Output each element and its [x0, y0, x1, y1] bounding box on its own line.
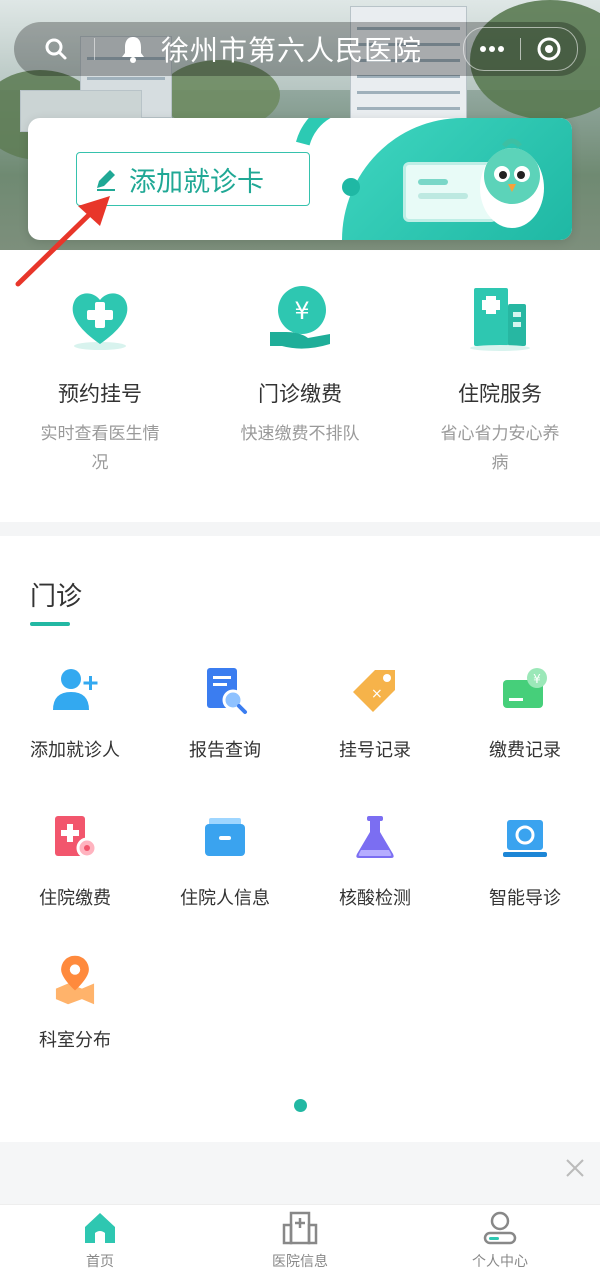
grid-item-department-map[interactable]: 科室分布	[0, 954, 150, 1052]
tab-profile[interactable]: 个人中心	[400, 1205, 600, 1282]
section-title: 门诊	[30, 582, 83, 612]
svg-text:¥: ¥	[533, 672, 541, 686]
svg-text:¥: ¥	[294, 297, 309, 325]
flask-icon	[356, 816, 394, 858]
inpatient-payment-icon	[55, 816, 98, 859]
hospital-icon	[282, 1211, 318, 1245]
hospital-building-icon	[470, 288, 530, 351]
service-name: 住院服务	[458, 382, 542, 406]
yen-coin-hand-icon: ¥	[270, 286, 330, 349]
service-desc: 实时查看医生情况	[40, 424, 160, 473]
svg-text:×: ×	[371, 686, 383, 702]
grid-item-label: 报告查询	[189, 740, 261, 761]
more-dots-icon[interactable]	[464, 29, 520, 69]
card-decoration	[342, 178, 360, 196]
grid-item-smart-guide[interactable]: 智能导诊	[450, 812, 600, 910]
pen-icon	[93, 166, 119, 192]
target-circle-icon[interactable]	[521, 29, 577, 69]
user-icon	[483, 1211, 517, 1245]
section-underline	[30, 622, 70, 626]
grid-item-inpatient-info[interactable]: 住院人信息	[150, 812, 300, 910]
service-inpatient[interactable]: 住院服务 省心省力安心养病	[400, 280, 600, 500]
grid-item-label: 添加就诊人	[30, 740, 120, 761]
capsule-menu	[463, 27, 578, 71]
grid-item-label: 核酸检测	[339, 888, 411, 909]
service-name: 门诊缴费	[258, 382, 342, 406]
grid-item-label: 住院缴费	[39, 888, 111, 909]
tab-label: 首页	[86, 1254, 114, 1270]
section-divider	[0, 522, 600, 536]
service-appointment[interactable]: 预约挂号 实时查看医生情况	[0, 280, 200, 500]
notice-strip	[0, 1142, 600, 1204]
pager-dot	[294, 1099, 307, 1112]
map-pin-icon	[55, 955, 95, 1005]
add-card-label: 添加就诊卡	[129, 166, 264, 198]
close-icon[interactable]	[564, 1157, 586, 1179]
add-person-icon	[53, 669, 98, 710]
bottom-tab-bar: 首页 医院信息 个人中心	[0, 1204, 600, 1282]
service-desc: 快速缴费不排队	[240, 424, 360, 444]
grid-item-label: 住院人信息	[180, 888, 270, 909]
service-outpatient-payment[interactable]: ¥ 门诊缴费 快速缴费不排队	[200, 280, 400, 500]
service-desc: 省心省力安心养病	[440, 424, 560, 473]
divider	[94, 38, 95, 60]
service-name: 预约挂号	[58, 382, 142, 406]
tab-label: 医院信息	[272, 1254, 328, 1270]
grid-item-registration-record[interactable]: × 挂号记录	[300, 664, 450, 762]
grid-item-nucleic-test[interactable]: 核酸检测	[300, 812, 450, 910]
smart-guide-icon	[503, 820, 547, 857]
grid-item-label: 科室分布	[39, 1030, 111, 1051]
grid-item-payment-record[interactable]: ¥ 缴费记录	[450, 664, 600, 762]
grid-item-label: 挂号记录	[339, 740, 411, 761]
tag-record-icon: ×	[353, 670, 395, 712]
heart-plus-icon	[72, 293, 128, 350]
search-icon[interactable]	[36, 29, 76, 69]
red-arrow-annotation	[15, 196, 110, 287]
tab-hospital-info[interactable]: 医院信息	[200, 1205, 400, 1282]
tab-home[interactable]: 首页	[0, 1205, 200, 1282]
home-icon	[85, 1213, 115, 1243]
page-title: 徐州市第六人民医院	[161, 34, 423, 67]
service-shortcuts: 预约挂号 实时查看医生情况 ¥ 门诊缴费 快速缴费不排队 住院服务 省心省力安心…	[0, 280, 600, 500]
top-bar: 徐州市第六人民医院	[14, 22, 586, 76]
inpatient-info-icon	[205, 818, 245, 856]
bird-mascot-icon	[480, 138, 544, 228]
tab-label: 个人中心	[472, 1254, 528, 1270]
grid-item-report[interactable]: 报告查询	[150, 664, 300, 762]
grid-item-label: 智能导诊	[489, 888, 561, 909]
grid-item-inpatient-payment[interactable]: 住院缴费	[0, 812, 150, 910]
grid-item-label: 缴费记录	[489, 740, 561, 761]
bell-icon[interactable]	[113, 29, 153, 69]
payment-card-icon: ¥	[503, 668, 547, 708]
grid-item-add-patient[interactable]: 添加就诊人	[0, 664, 150, 762]
report-search-icon	[207, 668, 247, 714]
